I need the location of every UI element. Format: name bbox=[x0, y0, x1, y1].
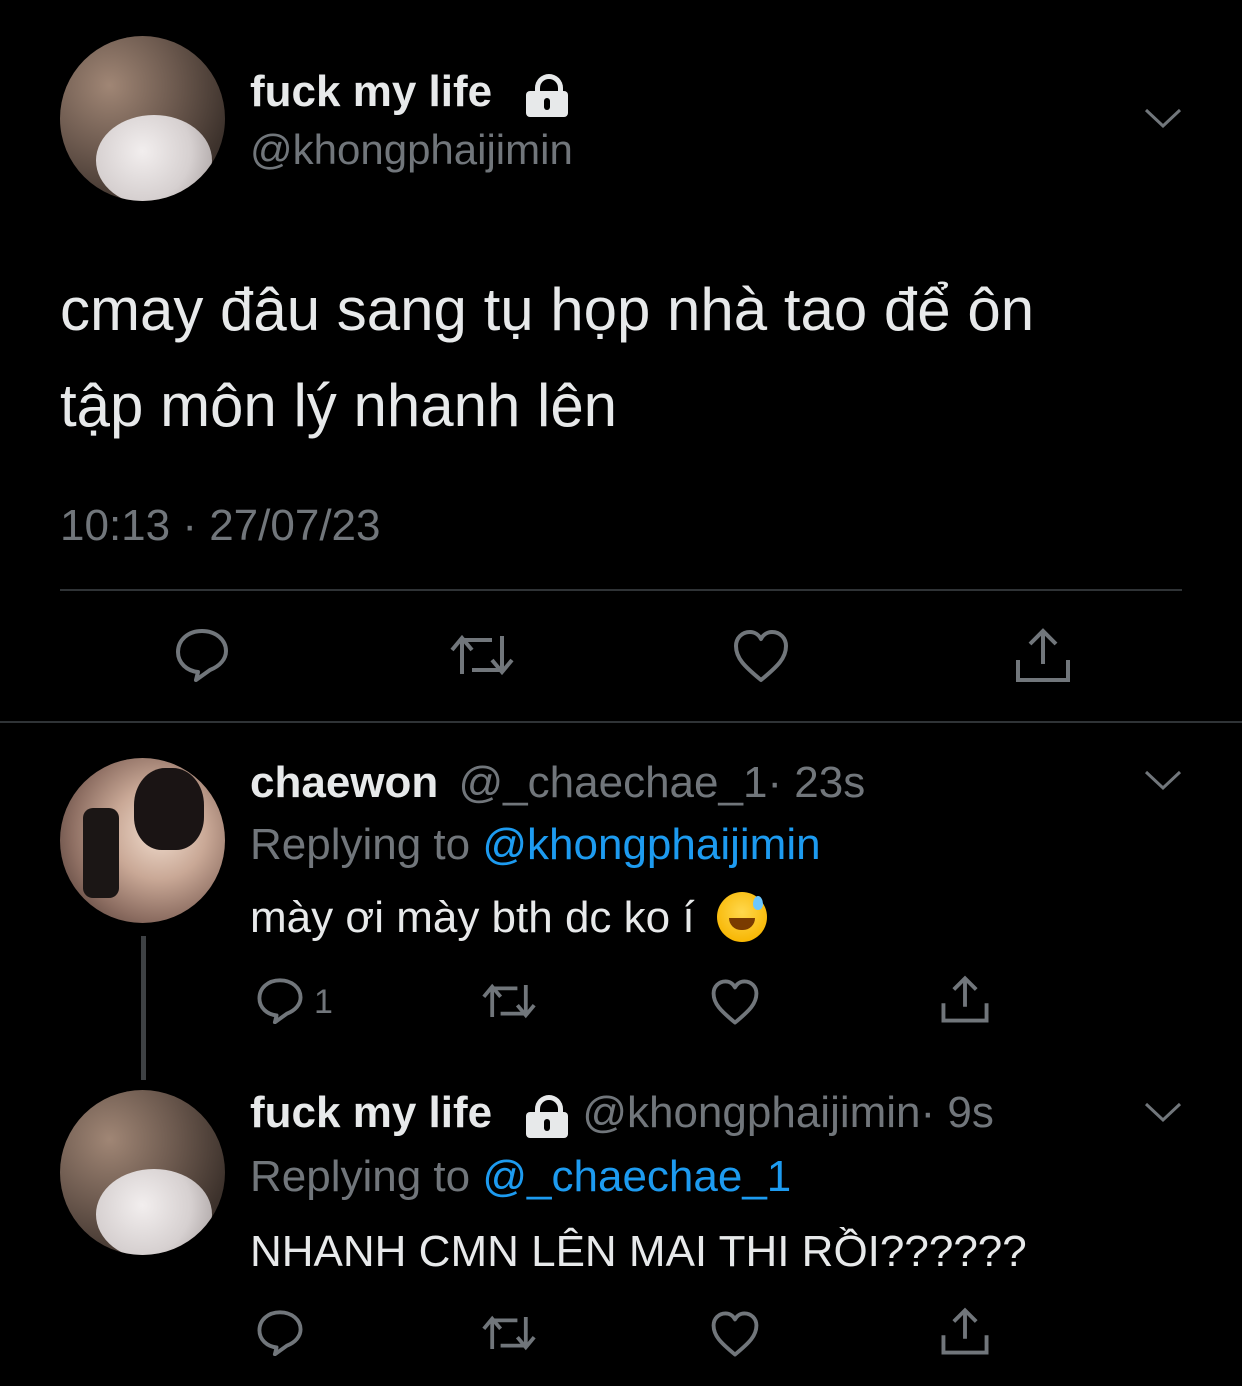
reply1-replying-prefix: Replying to bbox=[250, 820, 471, 869]
reply-icon[interactable] bbox=[174, 626, 230, 682]
reply1-replying-to-link[interactable]: @khongphaijimin bbox=[482, 820, 820, 869]
reply2-text: NHANH CMN LÊN MAI THI RỒI?????? bbox=[250, 1227, 1027, 1276]
reply-icon[interactable] bbox=[256, 1308, 304, 1356]
reply-icon[interactable] bbox=[256, 976, 304, 1024]
reply1-reply-count: 1 bbox=[314, 983, 333, 1021]
main-tweet-avatar[interactable] bbox=[60, 36, 225, 201]
like-icon[interactable] bbox=[732, 628, 790, 684]
chevron-down-icon[interactable] bbox=[1142, 1098, 1184, 1126]
reply2-avatar[interactable] bbox=[60, 1090, 225, 1255]
reply2-handle[interactable]: @khongphaijimin bbox=[582, 1088, 920, 1137]
main-tweet-divider bbox=[60, 589, 1182, 591]
lock-icon bbox=[526, 74, 570, 118]
thread-line bbox=[141, 936, 146, 1080]
share-icon[interactable] bbox=[940, 974, 990, 1024]
main-tweet-display-name[interactable]: fuck my life bbox=[250, 67, 492, 116]
reply2-replying-prefix: Replying to bbox=[250, 1152, 471, 1201]
main-tweet-handle[interactable]: @khongphaijimin bbox=[250, 124, 573, 176]
section-divider bbox=[0, 721, 1242, 723]
main-tweet-text-line-2: tập môn lý nhanh lên bbox=[60, 372, 618, 439]
retweet-icon[interactable] bbox=[480, 980, 538, 1022]
sweat-smile-emoji bbox=[716, 892, 767, 942]
chevron-down-icon[interactable] bbox=[1142, 766, 1184, 794]
reply1-text: mày ơi mày bth dc ko í bbox=[250, 893, 695, 942]
share-icon[interactable] bbox=[940, 1306, 990, 1356]
main-tweet-text: cmay đâu sang tụ họp nhà tao để ôn tập m… bbox=[60, 262, 1034, 454]
reply2-replying-to-link[interactable]: @_chaechae_1 bbox=[482, 1152, 791, 1201]
chevron-down-icon[interactable] bbox=[1142, 104, 1184, 132]
reply2-time[interactable]: · 9s bbox=[921, 1088, 994, 1137]
reply1-display-name[interactable]: chaewon bbox=[250, 758, 438, 807]
reply1-handle[interactable]: @_chaechae_1 bbox=[459, 758, 768, 807]
reply2-display-name[interactable]: fuck my life bbox=[250, 1088, 492, 1137]
reply1-avatar[interactable] bbox=[60, 758, 225, 923]
reply1-time[interactable]: · 23s bbox=[767, 758, 865, 807]
main-tweet-timestamp[interactable]: 10:13 · 27/07/23 bbox=[60, 500, 380, 552]
retweet-icon[interactable] bbox=[480, 1312, 538, 1354]
retweet-icon[interactable] bbox=[448, 630, 516, 680]
lock-icon bbox=[526, 1095, 570, 1139]
like-icon[interactable] bbox=[710, 978, 760, 1026]
share-icon[interactable] bbox=[1014, 626, 1072, 684]
main-tweet-text-line-1: cmay đâu sang tụ họp nhà tao để ôn bbox=[60, 276, 1035, 343]
like-icon[interactable] bbox=[710, 1310, 760, 1358]
